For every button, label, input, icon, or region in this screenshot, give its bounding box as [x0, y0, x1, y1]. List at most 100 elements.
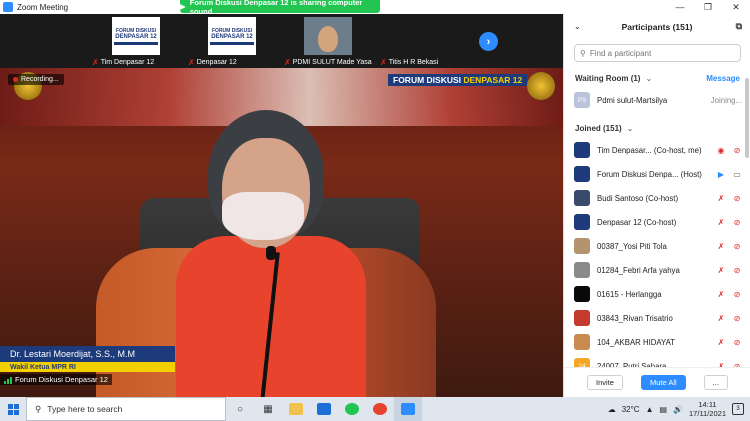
mic-off-icon: ✗: [717, 265, 725, 275]
video-off-icon: ⊘: [733, 241, 741, 251]
lower-third-name: Dr. Lestari Moerdijat, S.S., M.M: [0, 346, 175, 362]
tray-apps-icon[interactable]: ▲: [646, 405, 654, 414]
speaker-name-text: Forum Diskusi Denpasar 12: [15, 375, 108, 384]
more-button[interactable]: ...: [703, 375, 728, 390]
forum-logo: FORUM DISKUSI DENPASAR 12: [388, 74, 528, 86]
mic-off-icon: ✗: [284, 58, 291, 67]
recording-indicator[interactable]: Recording...: [8, 74, 64, 85]
tile-logo-line2: DENPASAR 12: [115, 33, 157, 40]
gallery-tile[interactable]: ✗ PDMI SULUT Made Yasa: [284, 14, 372, 68]
participant-status-icons: ✗ ⊘: [716, 242, 742, 251]
participant-name: 03843_Rivan Trisatrio: [597, 313, 673, 323]
participant-search[interactable]: ⚲: [574, 44, 741, 62]
minimize-button[interactable]: —: [666, 0, 694, 14]
taskbar: ⚲ Type here to search ○ ▦ ☁ 32°C ▲ ▤ 🔊 1…: [0, 397, 750, 421]
participant-status-icons: ◉ ⊘: [716, 146, 742, 155]
volume-icon[interactable]: 🔊: [673, 405, 683, 414]
mic-off-icon: ✗: [380, 58, 387, 67]
participant-name: Denpasar 12 (Co-host): [597, 217, 677, 227]
window-controls: — ❐ ✕: [666, 0, 750, 14]
tile-name-text: PDMI SULUT Made Yasa: [292, 59, 372, 66]
lower-third-role: Wakil Ketua MPR RI: [0, 362, 175, 372]
participant-status-icons: ✗ ⊘: [716, 338, 742, 347]
list-item[interactable]: 01615 - Herlangga ✗ ⊘: [564, 282, 750, 306]
speaker-name-label: Forum Diskusi Denpasar 12: [0, 374, 112, 385]
search-icon: ⚲: [580, 48, 586, 58]
close-button[interactable]: ✕: [722, 0, 750, 14]
participant-name: Budi Santoso (Co-host): [597, 193, 679, 203]
system-tray: ☁ 32°C ▲ ▤ 🔊 14:11 17/11/2021 3: [608, 397, 750, 421]
zoom-taskbar-icon[interactable]: [394, 397, 422, 421]
list-item[interactable]: 03843_Rivan Trisatrio ✗ ⊘: [564, 306, 750, 330]
message-button[interactable]: Message: [706, 74, 740, 83]
forum-logo-accent: DENPASAR 12: [463, 75, 523, 85]
list-item[interactable]: Denpasar 12 (Co-host) ✗ ⊘: [564, 210, 750, 234]
gallery-tile[interactable]: FORUM DISKUSI DENPASAR 12 ✗ Denpasar 12: [188, 14, 260, 68]
gallery-tile[interactable]: ✗ Titis H R Bekasi: [380, 14, 452, 68]
microphone-head: [266, 246, 276, 260]
participant-status: Joining...: [710, 95, 742, 105]
tile-name: ✗ Tim Denpasar 12: [92, 58, 154, 67]
participant-name: 01284_Febri Arfa yahya: [597, 265, 680, 275]
avatar: [574, 286, 590, 302]
file-explorer-icon[interactable]: [282, 397, 310, 421]
signal-strength-icon: [4, 376, 12, 384]
search-icon: ⚲: [35, 403, 42, 414]
tile-logo: FORUM DISKUSI DENPASAR 12: [208, 17, 256, 55]
list-item[interactable]: Forum Diskusi Denpa... (Host) ▶ ▭: [564, 162, 750, 186]
participant-name: 104_AKBAR HIDAYAT: [597, 337, 675, 347]
taskbar-search[interactable]: ⚲ Type here to search: [26, 397, 226, 421]
weather-text[interactable]: 32°C: [622, 405, 640, 414]
clock-date: 17/11/2021: [689, 409, 726, 418]
list-item[interactable]: 104_AKBAR HIDAYAT ✗ ⊘: [564, 330, 750, 354]
recording-label: Recording...: [21, 76, 59, 83]
mic-off-icon: ✗: [717, 217, 725, 227]
avatar: [574, 310, 590, 326]
participant-name: 00387_Yosi Piti Tola: [597, 241, 667, 251]
mail-icon[interactable]: [310, 397, 338, 421]
tile-name: ✗ Denpasar 12: [188, 58, 237, 67]
participant-face: [318, 26, 338, 52]
invite-button[interactable]: Invite: [587, 375, 623, 390]
network-icon[interactable]: ▤: [659, 405, 667, 414]
mic-off-icon: ✗: [717, 241, 725, 251]
video-icon: ▭: [733, 169, 741, 179]
joined-header[interactable]: Joined (151) ⌄: [564, 118, 750, 138]
start-button[interactable]: [0, 397, 26, 421]
weather-icon[interactable]: ☁: [608, 405, 616, 414]
video-off-icon: ⊘: [733, 313, 741, 323]
popout-icon[interactable]: ⧉: [736, 21, 742, 32]
maximize-button[interactable]: ❐: [694, 0, 722, 14]
participants-title: Participants (151): [621, 22, 693, 32]
gallery-next-button[interactable]: ›: [479, 32, 498, 51]
list-item[interactable]: 01284_Febri Arfa yahya ✗ ⊘: [564, 258, 750, 282]
participant-status-icons: ✗ ⊘: [716, 194, 742, 203]
list-item[interactable]: Tim Denpasar... (Co-host, me) ◉ ⊘: [564, 138, 750, 162]
participant-status-icons: ✗ ⊘: [716, 290, 742, 299]
avatar: [574, 238, 590, 254]
whatsapp-icon[interactable]: [338, 397, 366, 421]
list-item[interactable]: Budi Santoso (Co-host) ✗ ⊘: [564, 186, 750, 210]
mute-all-button[interactable]: Mute All: [640, 375, 686, 390]
widgets-icon[interactable]: ▦: [254, 397, 282, 421]
tile-video: [304, 17, 352, 55]
list-item[interactable]: 00387_Yosi Piti Tola ✗ ⊘: [564, 234, 750, 258]
chevron-down-icon: ⌄: [645, 73, 653, 83]
chevron-down-icon[interactable]: ⌄: [574, 22, 581, 31]
clock[interactable]: 14:11 17/11/2021: [689, 400, 726, 418]
search-input[interactable]: [589, 48, 730, 58]
avatar: [574, 190, 590, 206]
participants-panel: ⌄ Participants (151) ⧉ ⚲ Waiting Room (1…: [563, 14, 750, 397]
list-item[interactable]: PS Pdmi sulut-Martsilya Joining...: [564, 88, 750, 112]
participants-footer: Invite Mute All ...: [564, 367, 750, 397]
task-view-icon[interactable]: ○: [226, 397, 254, 421]
tile-name: ✗ Titis H R Bekasi: [380, 58, 438, 67]
windows-logo-icon: [7, 403, 19, 415]
chrome-icon[interactable]: [366, 397, 394, 421]
participant-name: Forum Diskusi Denpa... (Host): [597, 169, 702, 179]
gallery-tile[interactable]: FORUM DISKUSI DENPASAR 12 ✗ Tim Denpasar…: [92, 14, 164, 68]
mic-off-icon: ✗: [717, 337, 725, 347]
waiting-room-header[interactable]: Waiting Room (1) ⌄ Message: [564, 68, 750, 88]
scrollbar[interactable]: [745, 78, 749, 158]
notification-icon[interactable]: 3: [732, 403, 744, 415]
